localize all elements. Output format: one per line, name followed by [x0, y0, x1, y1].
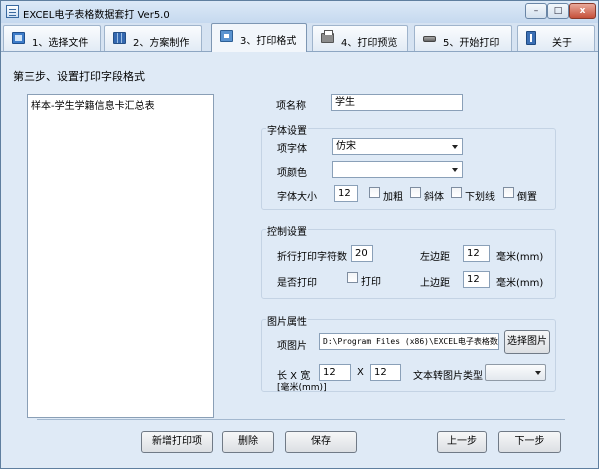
- delete-button[interactable]: 删除: [222, 431, 274, 453]
- font-label: 项字体: [277, 144, 307, 155]
- top-margin-unit: 毫米(mm): [496, 278, 544, 289]
- font-select-value: 仿宋: [336, 141, 356, 152]
- choose-image-button[interactable]: 选择图片: [504, 330, 550, 354]
- tab-select-file[interactable]: 1、选择文件: [3, 25, 101, 51]
- chevron-down-icon: [452, 168, 458, 172]
- add-print-item-button[interactable]: 新增打印项: [141, 431, 213, 453]
- bold-label: 加粗: [383, 192, 403, 203]
- print-start-icon: [423, 36, 436, 42]
- wrap-chars-field[interactable]: 20: [351, 245, 373, 262]
- tab-label: 4、打印预览: [341, 38, 398, 49]
- tab-label: 关于: [552, 38, 572, 49]
- next-step-button[interactable]: 下一步: [498, 431, 561, 453]
- bold-checkbox[interactable]: [369, 187, 380, 198]
- tab-bar: 1、选择文件 2、方案制作 3、打印格式 4、打印预览 5、开始打印 关于: [1, 23, 598, 52]
- print-checkbox-label: 打印: [361, 277, 381, 288]
- tab-label: 5、开始打印: [443, 38, 500, 49]
- length-field[interactable]: 12: [319, 364, 351, 381]
- tab-start-print[interactable]: 5、开始打印: [414, 25, 512, 51]
- window-title: EXCEL电子表格数据套打 Ver5.0: [23, 10, 170, 21]
- title-bar: EXCEL电子表格数据套打 Ver5.0 – □ x: [1, 1, 598, 23]
- item-name-field[interactable]: 学生: [331, 94, 463, 111]
- image-props-title: 图片属性: [266, 313, 308, 328]
- color-label: 项颜色: [277, 168, 307, 179]
- tab-label: 2、方案制作: [133, 38, 190, 49]
- close-button[interactable]: x: [569, 3, 596, 19]
- font-size-label: 字体大小: [277, 192, 317, 203]
- left-margin-unit: 毫米(mm): [496, 252, 544, 263]
- app-window: EXCEL电子表格数据套打 Ver5.0 – □ x 1、选择文件 2、方案制作…: [0, 0, 599, 469]
- image-path-field[interactable]: D:\Program Files (x86)\EXCEL电子表格数据套打: [319, 333, 499, 350]
- save-button[interactable]: 保存: [285, 431, 357, 453]
- grid-icon: [113, 32, 126, 44]
- tab-label: 3、打印格式: [240, 36, 297, 47]
- italic-label: 斜体: [424, 192, 444, 203]
- tab-label: 1、选择文件: [32, 38, 89, 49]
- tab-print-format[interactable]: 3、打印格式: [211, 23, 307, 52]
- tab-plan-design[interactable]: 2、方案制作: [104, 25, 202, 51]
- font-settings-title: 字体设置: [266, 122, 308, 137]
- step-title: 第三步、设置打印字段格式: [13, 70, 145, 83]
- font-size-field[interactable]: 12: [334, 185, 358, 202]
- top-margin-label: 上边距: [420, 278, 450, 289]
- text-to-image-select[interactable]: [485, 364, 546, 381]
- printer-icon: [321, 30, 334, 43]
- open-file-icon: [12, 32, 25, 44]
- color-select[interactable]: [332, 161, 463, 178]
- main-panel: 第三步、设置打印字段格式 样本-学生学籍信息卡汇总表 项名称 学生 字体设置 项…: [1, 52, 598, 468]
- tab-about[interactable]: 关于: [517, 25, 595, 51]
- size-separator: X: [357, 367, 364, 378]
- text-to-image-label: 文本转图片类型: [413, 371, 483, 382]
- size-unit: [毫米(mm)]: [277, 383, 327, 393]
- italic-checkbox[interactable]: [410, 187, 421, 198]
- sample-list[interactable]: 样本-学生学籍信息卡汇总表: [27, 94, 214, 418]
- minimize-button[interactable]: –: [525, 3, 547, 19]
- divider: [37, 419, 565, 420]
- tab-print-preview[interactable]: 4、打印预览: [312, 25, 408, 51]
- chevron-down-icon: [535, 371, 541, 375]
- image-label: 项图片: [277, 341, 307, 352]
- control-settings-title: 控制设置: [266, 223, 308, 238]
- left-margin-label: 左边距: [420, 252, 450, 263]
- list-item[interactable]: 样本-学生学籍信息卡汇总表: [31, 97, 155, 112]
- wrap-chars-label: 折行打印字符数: [277, 252, 347, 263]
- print-checkbox[interactable]: [347, 272, 358, 283]
- app-icon: [6, 5, 19, 18]
- print-enable-label: 是否打印: [277, 278, 317, 289]
- top-margin-field[interactable]: 12: [463, 271, 490, 288]
- width-field[interactable]: 12: [370, 364, 401, 381]
- chevron-down-icon: [452, 145, 458, 149]
- left-margin-field[interactable]: 12: [463, 245, 490, 262]
- font-select[interactable]: 仿宋: [332, 138, 463, 155]
- about-icon: [526, 31, 536, 45]
- maximize-button[interactable]: □: [547, 3, 569, 19]
- prev-step-button[interactable]: 上一步: [437, 431, 487, 453]
- inverted-checkbox[interactable]: [503, 187, 514, 198]
- format-icon: [220, 30, 233, 42]
- underline-label: 下划线: [465, 192, 495, 203]
- inverted-label: 倒置: [517, 192, 537, 203]
- item-name-label: 项名称: [276, 101, 306, 112]
- underline-checkbox[interactable]: [451, 187, 462, 198]
